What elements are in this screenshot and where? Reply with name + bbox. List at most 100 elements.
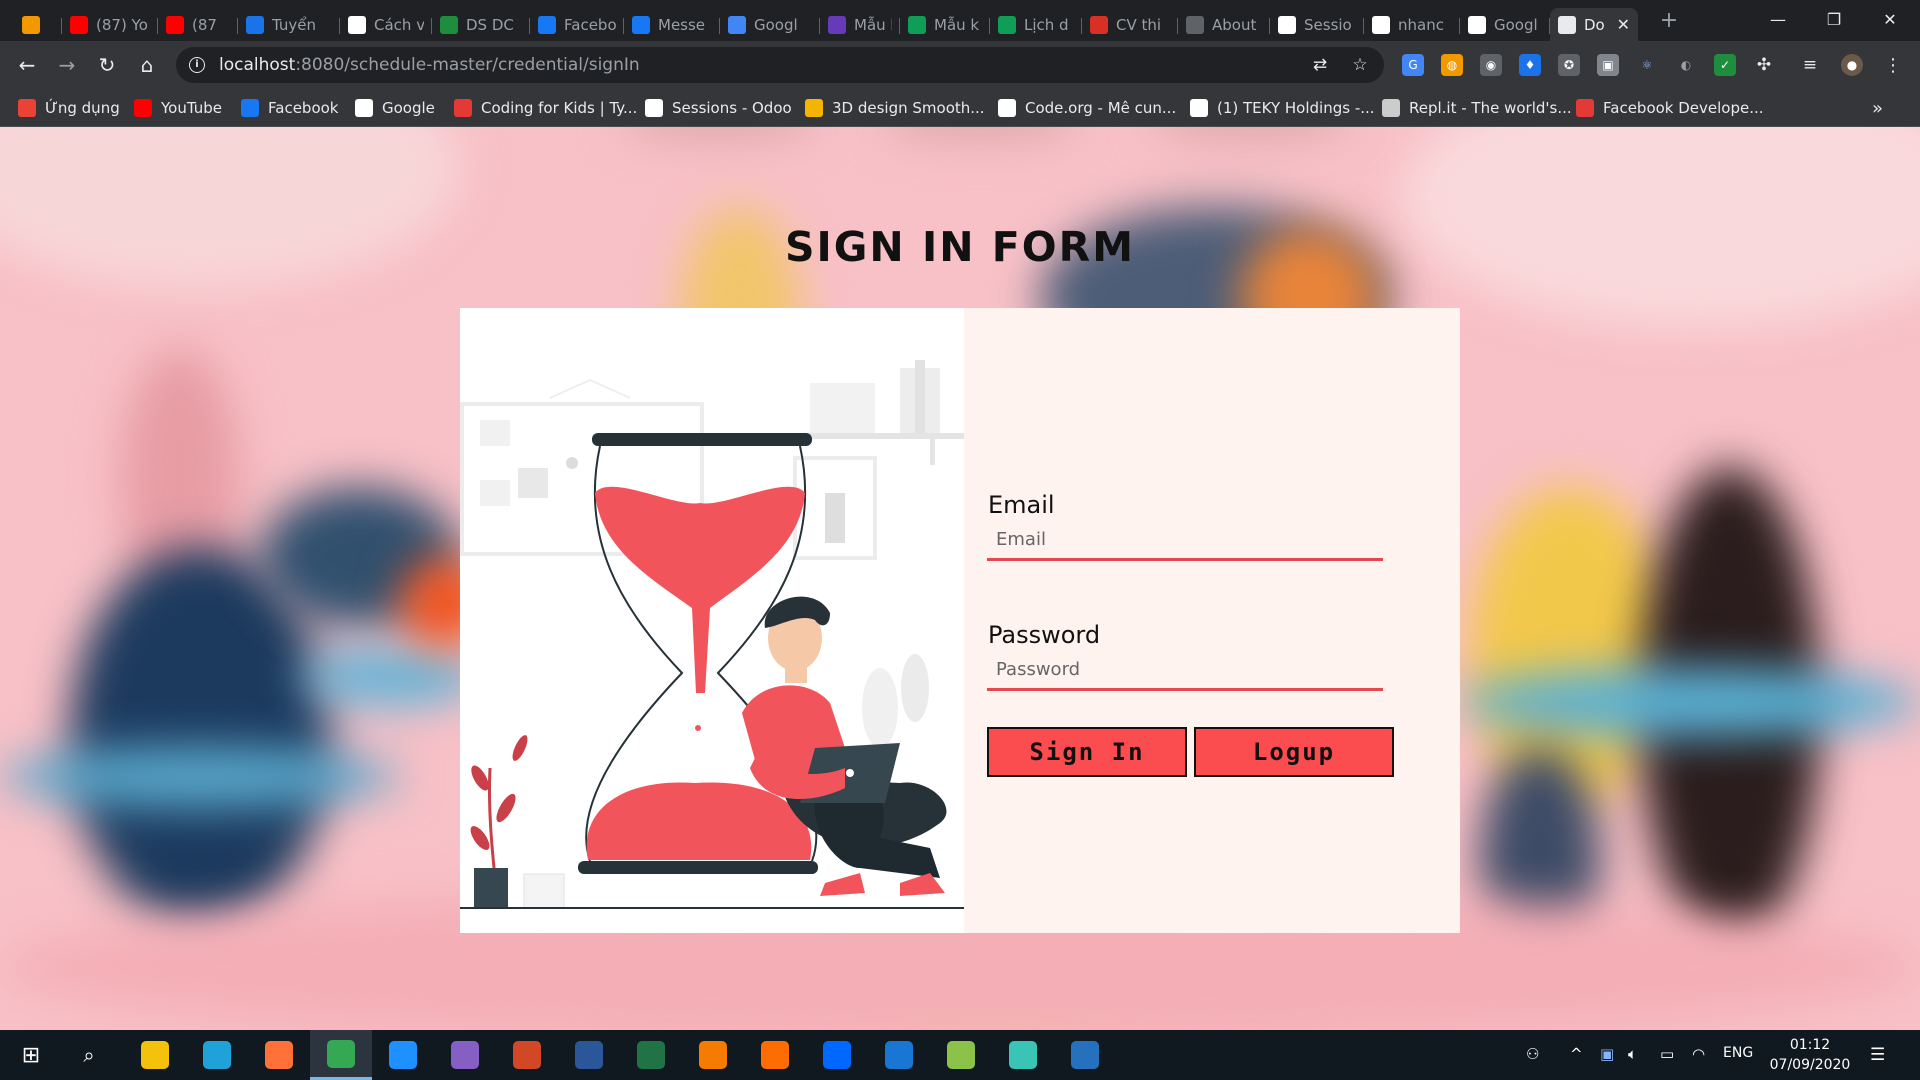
browser-tab[interactable]: Googl (1460, 8, 1550, 41)
home-button[interactable]: ⌂ (132, 50, 162, 80)
profile-avatar[interactable]: ● (1841, 54, 1863, 76)
taskbar-app[interactable] (1054, 1030, 1116, 1080)
bookmark-item[interactable]: Coding for Kids | Ty... (454, 97, 637, 119)
taskbar-app[interactable] (930, 1030, 992, 1080)
password-input[interactable] (987, 651, 1383, 691)
browser-tab[interactable]: Lịch d (990, 8, 1082, 41)
taskbar-app[interactable] (744, 1030, 806, 1080)
plant-pot (474, 868, 508, 908)
tray-chevron-icon[interactable]: ^ (1570, 1045, 1583, 1063)
taskbar-app[interactable] (248, 1030, 310, 1080)
people-icon[interactable]: ⚇ (1526, 1045, 1539, 1063)
drop-ext-icon[interactable]: ♦ (1519, 54, 1541, 76)
browser-tab[interactable]: Cách v (340, 8, 432, 41)
clock-time: 01:12 (1789, 1037, 1831, 1053)
taskbar-app[interactable] (806, 1030, 868, 1080)
browser-tab[interactable]: Mẫu k (900, 8, 990, 41)
square-ext-icon[interactable]: ▣ (1597, 54, 1619, 76)
volume-icon[interactable]: 🔈︎ (1628, 1045, 1637, 1063)
taskbar-app[interactable] (434, 1030, 496, 1080)
browser-tab[interactable]: Facebo (530, 8, 624, 41)
bookmark-label: 3D design Smooth... (832, 99, 985, 117)
maximize-button[interactable]: ❐ (1806, 0, 1862, 40)
bookmark-item[interactable]: Ứng dụng (18, 97, 120, 119)
browser-tab[interactable]: Sessio (1270, 8, 1364, 41)
bookmark-item[interactable]: YouTube (134, 97, 222, 119)
bookmark-item[interactable]: 3D design Smooth... (805, 97, 985, 119)
reload-button[interactable]: ↻ (92, 50, 122, 80)
background-blob (1470, 487, 1670, 807)
browser-tab[interactable]: (87) Yo (62, 8, 158, 41)
bookmark-item[interactable]: Repl.it - The world's... (1382, 97, 1572, 119)
google-translate-ext-icon[interactable]: G (1402, 54, 1424, 76)
browser-tab[interactable]: CV thi (1082, 8, 1178, 41)
taskbar-app[interactable] (868, 1030, 930, 1080)
paint-icon (947, 1041, 975, 1069)
taskbar-app[interactable] (124, 1030, 186, 1080)
bookmark-item[interactable]: Sessions - Odoo (645, 97, 792, 119)
browser-tab[interactable]: Messe (624, 8, 720, 41)
search-button[interactable]: ⌕ (58, 1030, 120, 1080)
tab-label: Googl (1494, 15, 1538, 34)
media-control-icon[interactable]: ≡ (1799, 54, 1821, 76)
shield-ext-icon[interactable]: ✓ (1714, 54, 1736, 76)
tab-label: DS DC (466, 15, 514, 34)
browser-tab[interactable]: Tuyển (238, 8, 340, 41)
taskbar-app[interactable] (682, 1030, 744, 1080)
bookmark-item[interactable]: (1) TEKY Holdings -... (1190, 97, 1375, 119)
browser-tab[interactable]: (87 (158, 8, 238, 41)
bookmark-item[interactable]: Code.org - Mê cun... (998, 97, 1176, 119)
taskbar-app[interactable] (992, 1030, 1054, 1080)
tray-app-icon[interactable]: ▣ (1600, 1045, 1614, 1063)
background-blob (0, 747, 400, 807)
minimize-button[interactable]: — (1750, 0, 1806, 40)
clock[interactable]: 01:12 07/09/2020 (1760, 1035, 1860, 1075)
browser-tab[interactable] (14, 8, 62, 41)
browser-tab[interactable]: About (1178, 8, 1270, 41)
taskbar-app[interactable] (372, 1030, 434, 1080)
browser-tab[interactable]: Googl (720, 8, 820, 41)
translate-icon[interactable]: ⇄ (1310, 55, 1330, 75)
new-tab-button[interactable]: + (1655, 8, 1683, 36)
taskbar-app[interactable] (558, 1030, 620, 1080)
start-button[interactable]: ⊞ (0, 1030, 62, 1080)
url-text[interactable]: localhost:8080/schedule-master/credentia… (219, 55, 640, 75)
taskbar-app[interactable] (496, 1030, 558, 1080)
back-button[interactable]: ← (12, 50, 42, 80)
bulb-ext-icon[interactable]: ✪ (1558, 54, 1580, 76)
browser-tab[interactable]: nhanc (1364, 8, 1460, 41)
language-indicator[interactable]: ENG (1723, 1045, 1753, 1061)
bookmark-item[interactable]: Facebook Develope... (1576, 97, 1764, 119)
extension-orange-icon[interactable]: ◍ (1441, 54, 1463, 76)
address-bar[interactable]: i localhost:8080/schedule-master/credent… (176, 47, 1384, 83)
battery-icon[interactable]: ▭ (1660, 1045, 1674, 1063)
bookmark-item[interactable]: Facebook (241, 97, 338, 119)
camera-ext-icon[interactable]: ◉ (1480, 54, 1502, 76)
notifications-icon[interactable]: ☰ (1870, 1045, 1885, 1065)
bookmarks-overflow-button[interactable]: » (1872, 97, 1883, 119)
logup-button[interactable]: Logup (1194, 727, 1394, 777)
chrome-icon (327, 1039, 355, 1068)
plant-leaf (496, 793, 516, 823)
taskbar-app[interactable] (186, 1030, 248, 1080)
browser-tab[interactable]: Do ✕ (1550, 8, 1638, 41)
sign-in-button[interactable]: Sign In (987, 727, 1187, 777)
forward-button[interactable]: → (52, 50, 82, 80)
close-tab-icon[interactable]: ✕ (1611, 15, 1630, 34)
bg-plant-leaf (862, 668, 898, 748)
site-info-icon[interactable]: i (189, 57, 205, 73)
email-input[interactable] (987, 521, 1383, 561)
taskbar-app[interactable] (620, 1030, 682, 1080)
hourglass-bottom-cap (578, 861, 818, 874)
browser-tab[interactable]: DS DC (432, 8, 530, 41)
bookmark-star-icon[interactable]: ☆ (1350, 55, 1370, 75)
react-ext-icon[interactable]: ⚛ (1636, 54, 1658, 76)
browser-tab[interactable]: Mẫu k (820, 8, 900, 41)
close-window-button[interactable]: ✕ (1862, 0, 1918, 40)
audio-ext-icon[interactable]: ◐ (1675, 54, 1697, 76)
bookmark-item[interactable]: Google (355, 97, 435, 119)
extensions-puzzle-icon[interactable]: ✣ (1753, 54, 1775, 76)
menu-kebab-icon[interactable]: ⋮ (1882, 54, 1904, 76)
wifi-icon[interactable]: ◠ (1692, 1045, 1705, 1063)
taskbar-app[interactable] (310, 1030, 372, 1080)
